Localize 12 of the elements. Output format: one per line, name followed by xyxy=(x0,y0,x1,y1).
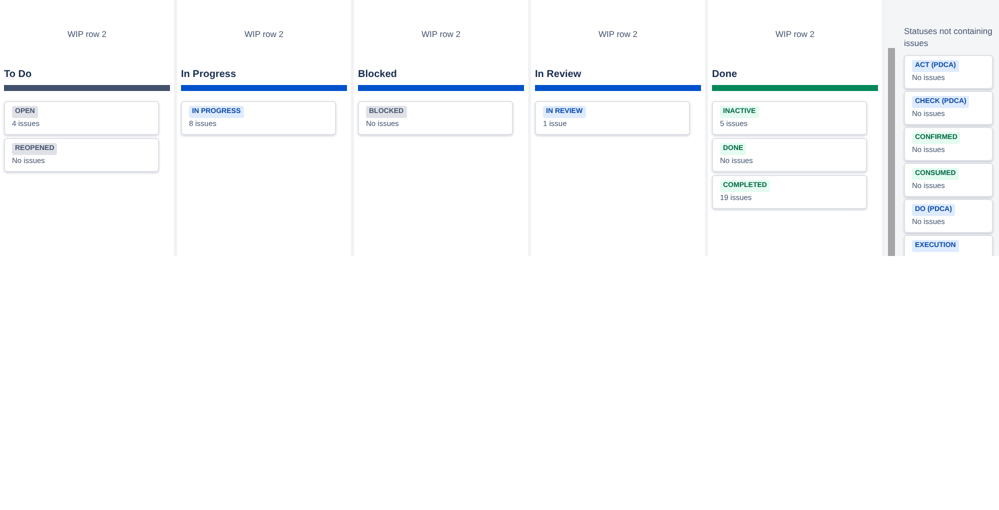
wip-label: WIP row 2 xyxy=(66,29,108,41)
column-title: In Review xyxy=(535,69,582,81)
wip-label: WIP row 2 xyxy=(420,29,462,41)
column-title: Blocked xyxy=(358,69,398,81)
wip-label: WIP row 2 xyxy=(243,29,285,41)
wip-label: WIP row 2 xyxy=(597,29,639,41)
column-title: In Progress xyxy=(181,69,238,81)
wip-label: WIP row 2 xyxy=(774,29,816,41)
column-title: Done xyxy=(712,69,738,81)
scrollbar[interactable] xyxy=(888,48,895,256)
column-title: To Do xyxy=(4,69,33,81)
panel-title: Statuses not containing issues xyxy=(904,25,993,49)
